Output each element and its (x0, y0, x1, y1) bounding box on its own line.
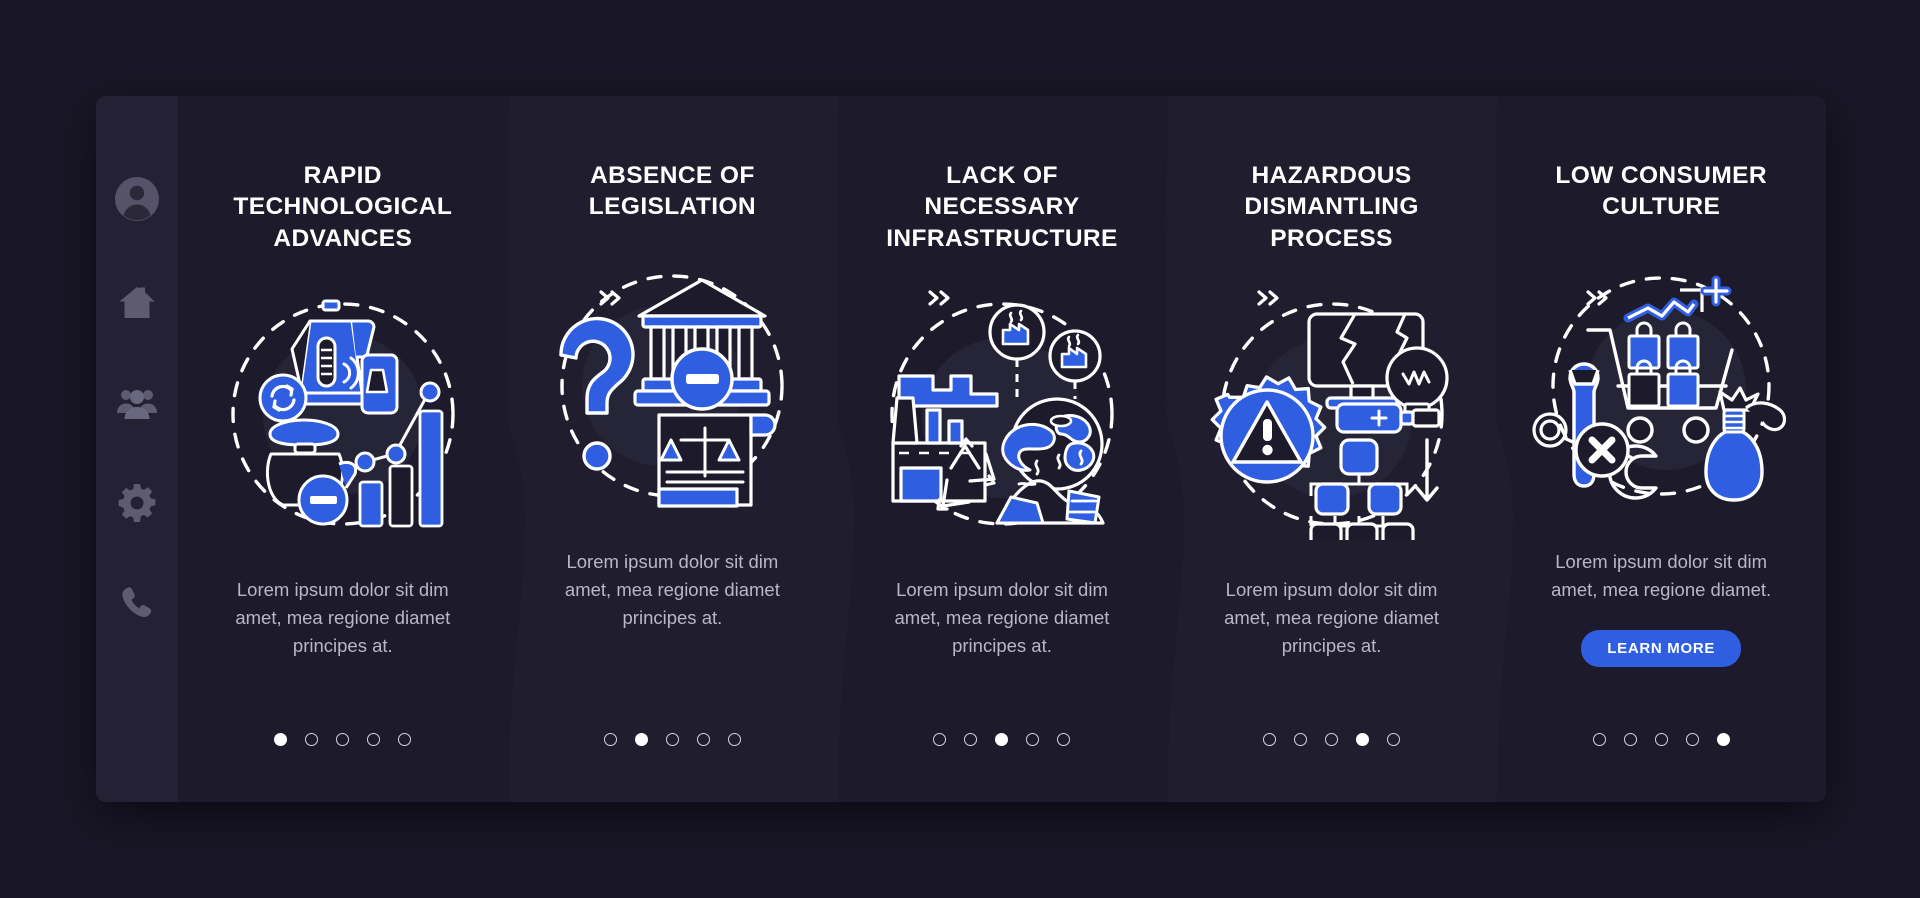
card-description: Lorem ipsum dolor sit dim amet, mea regi… (235, 579, 451, 657)
pagination-dot-5[interactable] (398, 733, 412, 746)
pagination-dot-5[interactable] (727, 733, 741, 746)
sidebar-item-home[interactable] (116, 282, 158, 324)
card-description: Lorem ipsum dolor sit dim amet, mea regi… (564, 551, 780, 629)
step-separator-3 (1251, 284, 1285, 312)
double-chevron-right-icon (599, 290, 621, 306)
step-separator-4 (1580, 284, 1614, 312)
pagination-dot-3[interactable] (1325, 733, 1339, 746)
pagination-dot-4[interactable] (367, 733, 381, 746)
pagination-dot-2[interactable] (634, 733, 648, 746)
step-separator-2 (922, 284, 956, 312)
card-description: Lorem ipsum dolor sit dim amet, mea regi… (1551, 551, 1772, 601)
pagination-dots (1496, 733, 1826, 746)
onboarding-cards: RAPID TECHNOLOGICAL ADVANCES Lorem ipsum… (178, 96, 1826, 802)
screenshot-root: RAPID TECHNOLOGICAL ADVANCES Lorem ipsum… (0, 0, 1920, 898)
smart-kettle-technology-illustration (210, 288, 476, 540)
courthouse-legislation-illustration (539, 260, 805, 512)
pagination-dot-1[interactable] (603, 733, 617, 746)
pagination-dot-2[interactable] (305, 733, 319, 746)
shopping-cart-waste-illustration (1528, 260, 1794, 512)
learn-more-button[interactable]: LEARN MORE (1581, 630, 1742, 668)
pagination-dot-4[interactable] (1356, 733, 1370, 746)
onboarding-card-3[interactable]: LACK OF NECESSARY INFRASTRUCTURE Lorem i… (821, 96, 1167, 802)
pagination-dot-4[interactable] (696, 733, 710, 746)
pagination-dot-5[interactable] (1716, 733, 1730, 746)
pagination-dot-2[interactable] (1294, 733, 1308, 746)
onboarding-window: RAPID TECHNOLOGICAL ADVANCES Lorem ipsum… (96, 96, 1826, 802)
hazard-gear-ewaste-illustration (1199, 288, 1465, 541)
pagination-dots (837, 733, 1167, 746)
pagination-dots (508, 733, 838, 746)
home-icon (117, 284, 157, 322)
phone-icon (119, 585, 155, 621)
sidebar-item-profile[interactable] (112, 174, 162, 224)
pagination-dot-3[interactable] (1654, 733, 1668, 746)
sidebar-item-settings[interactable] (116, 482, 158, 524)
pagination-dot-3[interactable] (995, 733, 1009, 746)
pagination-dot-1[interactable] (933, 733, 947, 746)
factory-pollution-globe-illustration (869, 288, 1135, 540)
sidebar-nav (96, 96, 178, 802)
gear-icon (117, 483, 157, 523)
pagination-dot-3[interactable] (336, 733, 350, 746)
pagination-dot-1[interactable] (1263, 733, 1277, 746)
onboarding-card-5[interactable]: LOW CONSUMER CULTURE Lorem ipsum dolor s… (1480, 96, 1826, 802)
pagination-dot-3[interactable] (665, 733, 679, 746)
card-description: Lorem ipsum dolor sit dim amet, mea regi… (1224, 579, 1440, 657)
double-chevron-right-icon (928, 290, 950, 306)
pagination-dots (178, 733, 508, 746)
onboarding-card-1[interactable]: RAPID TECHNOLOGICAL ADVANCES Lorem ipsum… (178, 96, 508, 802)
pagination-dot-5[interactable] (1057, 733, 1071, 746)
pagination-dot-5[interactable] (1387, 733, 1401, 746)
pagination-dot-4[interactable] (1026, 733, 1040, 746)
card-title: ABSENCE OF LEGISLATION (588, 162, 757, 221)
double-chevron-right-icon (1586, 290, 1608, 306)
card-title: LOW CONSUMER CULTURE (1555, 162, 1768, 221)
pagination-dot-2[interactable] (964, 733, 978, 746)
pagination-dot-2[interactable] (1623, 733, 1637, 746)
card-title: HAZARDOUS DISMANTLING PROCESS (1244, 162, 1419, 252)
pagination-dot-1[interactable] (1592, 733, 1606, 746)
pagination-dot-4[interactable] (1685, 733, 1699, 746)
card-description: Lorem ipsum dolor sit dim amet, mea regi… (894, 579, 1110, 657)
user-avatar-icon (112, 174, 162, 224)
sidebar-item-community[interactable] (116, 382, 158, 424)
pagination-dots (1167, 733, 1497, 746)
card-title: RAPID TECHNOLOGICAL ADVANCES (233, 162, 453, 252)
people-group-icon (116, 386, 158, 420)
step-separator-1 (593, 284, 627, 312)
sidebar-item-contact[interactable] (116, 582, 158, 624)
pagination-dot-1[interactable] (274, 733, 288, 746)
onboarding-card-2[interactable]: ABSENCE OF LEGISLATION Lorem ipsum dolor… (491, 96, 838, 802)
double-chevron-right-icon (1257, 290, 1279, 306)
onboarding-card-4[interactable]: HAZARDOUS DISMANTLING PROCESS Lorem ipsu… (1150, 96, 1497, 802)
card-title: LACK OF NECESSARY INFRASTRUCTURE (886, 162, 1118, 252)
